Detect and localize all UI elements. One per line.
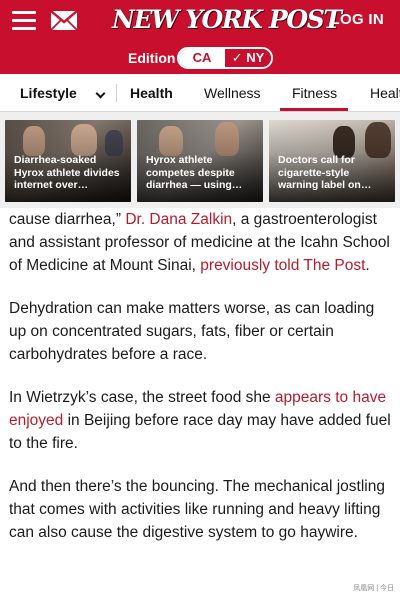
nav-item-wellness[interactable]: Wellness <box>204 74 261 112</box>
nav-divider <box>116 84 117 102</box>
article-text: in Beijing before race day may have adde… <box>9 412 391 452</box>
article-text: . <box>365 257 370 274</box>
watermark: 凤凰网 | 今日 <box>353 585 394 592</box>
story-title-1: Diarrhea-soaked Hyrox athlete divides in… <box>14 154 120 191</box>
story-card-2[interactable]: Hyrox athlete competes despite diarrhea … <box>137 120 263 202</box>
story-title-3: Doctors call for cigarette-style warning… <box>278 154 372 191</box>
edition-option-ca[interactable]: CA <box>179 49 225 67</box>
article-body: cause diarrhea,” Dr. Dana Zalkin, a gast… <box>9 208 393 564</box>
link-previously-told-the-post[interactable]: previously told The Post <box>200 257 365 274</box>
nav-item-lifestyle[interactable]: Lifestyle <box>20 74 77 112</box>
story-title-2: Hyrox athlete competes despite diarrhea … <box>146 154 243 191</box>
edition-bar: Edition CA ✓ NY <box>0 42 400 74</box>
story-card-3[interactable]: Doctors call for cigarette-style warning… <box>269 120 395 202</box>
hamburger-menu-icon[interactable] <box>12 11 36 31</box>
login-button[interactable]: LOG IN <box>331 11 384 28</box>
article-paragraph-4: And then there’s the bouncing. The mecha… <box>9 478 385 541</box>
site-logo[interactable]: NEW YORK POST <box>112 4 342 36</box>
top-bar: NEW YORK POST LOG IN <box>0 0 400 42</box>
article-paragraph-1: cause diarrhea,” Dr. Dana Zalkin, a gast… <box>9 208 393 277</box>
mail-icon[interactable] <box>50 10 78 31</box>
nav-active-indicator <box>280 108 348 111</box>
nav-item-fitness[interactable]: Fitness <box>292 74 337 112</box>
edition-toggle[interactable]: CA ✓ NY <box>177 47 273 69</box>
nav-item-health[interactable]: Health <box>130 74 173 112</box>
article-paragraph-3: In Wietrzyk’s case, the street food she … <box>9 386 393 455</box>
article-text: cause diarrhea,” <box>9 211 126 228</box>
story-card-1[interactable]: Diarrhea-soaked Hyrox athlete divides in… <box>5 120 131 202</box>
nav-item-health-overflow[interactable]: Healt <box>370 74 400 112</box>
link-dana-zalkin[interactable]: Dr. Dana Zalkin <box>125 211 232 228</box>
edition-label: Edition <box>128 50 176 66</box>
edition-option-ny[interactable]: ✓ NY <box>225 49 271 67</box>
article-text: In Wietrzyk’s case, the street food she <box>9 389 275 406</box>
article-paragraph-2: Dehydration can make matters worse, as c… <box>9 300 375 363</box>
section-nav: Lifestyle Health Wellness Fitness Healt <box>0 74 400 112</box>
related-stories: Diarrhea-soaked Hyrox athlete divides in… <box>0 112 400 208</box>
chevron-down-icon[interactable] <box>95 88 106 99</box>
